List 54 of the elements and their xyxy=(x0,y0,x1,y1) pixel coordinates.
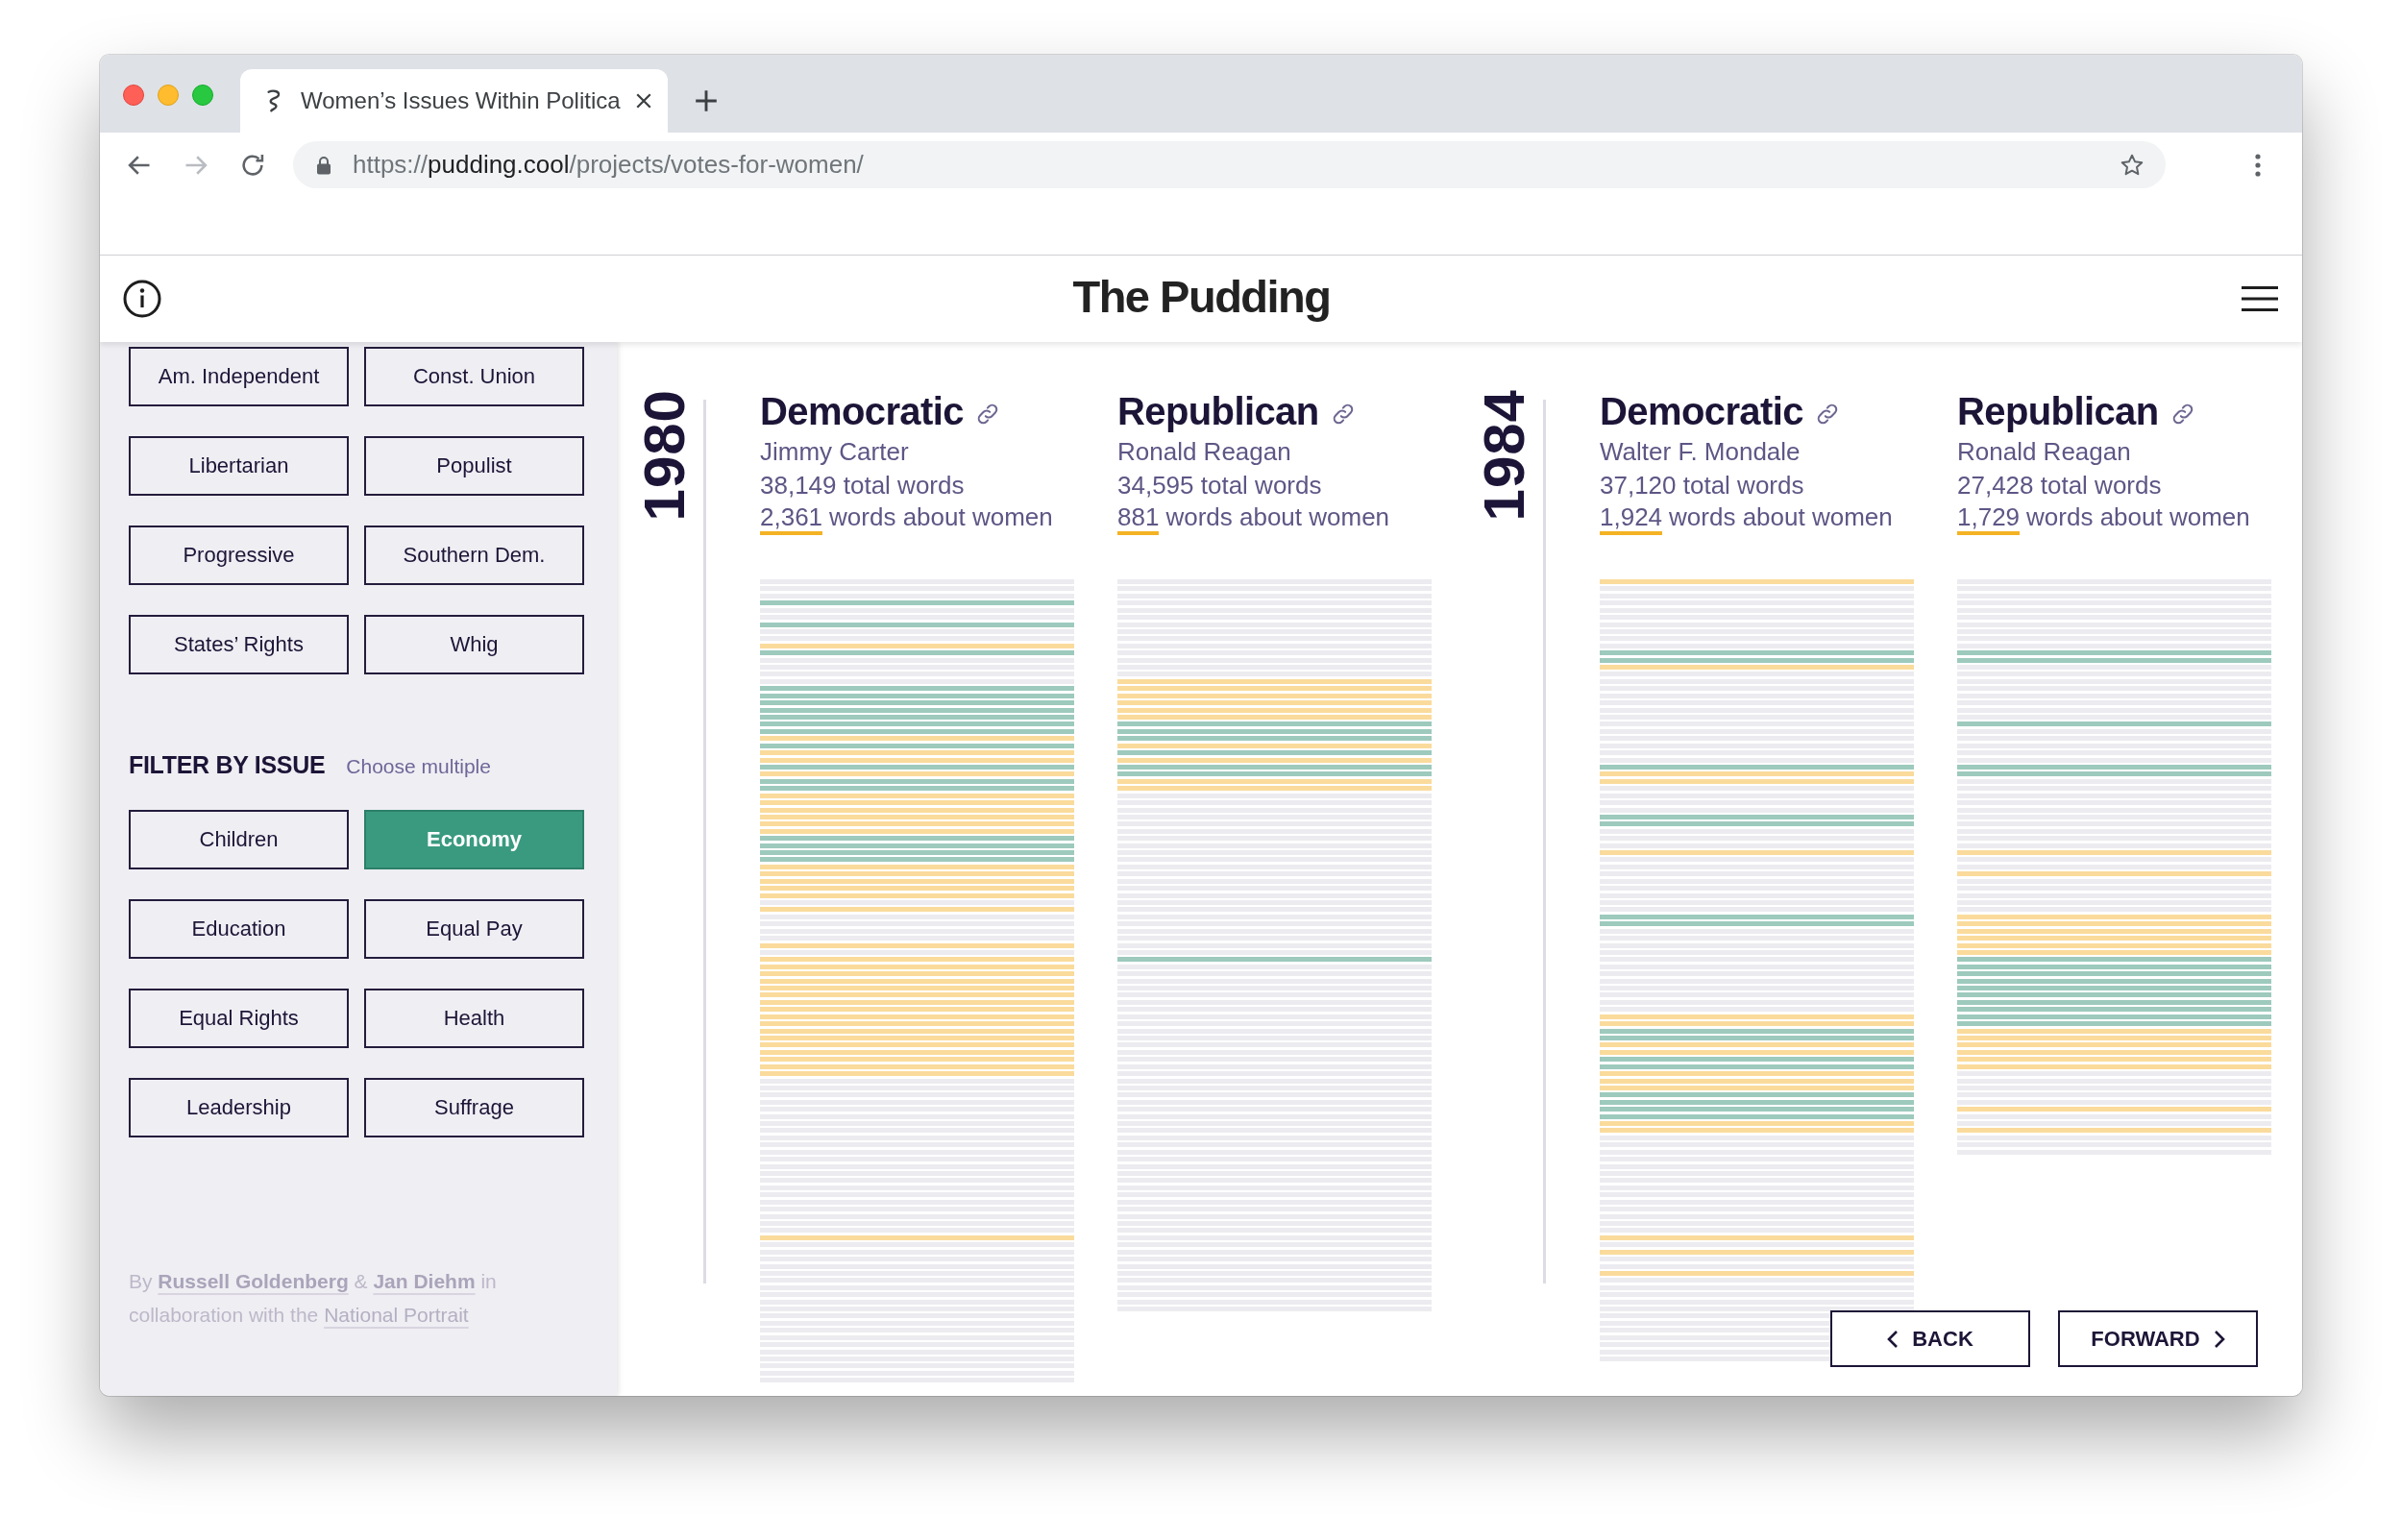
women-word-count: 2,361 xyxy=(760,502,823,535)
party-filter-button[interactable]: Whig xyxy=(364,615,584,674)
site-logo[interactable]: The Pudding xyxy=(1072,269,1331,323)
browser-tab[interactable]: Women’s Issues Within Politica xyxy=(240,69,668,133)
plus-icon[interactable] xyxy=(695,89,718,112)
party-filter-button[interactable]: Progressive xyxy=(129,526,349,585)
issue-filter-button[interactable]: Equal Rights xyxy=(129,989,349,1048)
issue-filter-button[interactable]: Equal Pay xyxy=(364,899,584,959)
party-filter-button[interactable]: States’ Rights xyxy=(129,615,349,674)
close-icon[interactable] xyxy=(634,92,652,110)
address-bar[interactable]: https://pudding.cool/projects/votes-for-women/ xyxy=(293,141,2166,188)
party-heading: Republican xyxy=(1117,390,1319,432)
party-heading: Republican xyxy=(1957,390,2159,432)
menu-icon[interactable] xyxy=(2242,286,2278,311)
women-words-label: words about women xyxy=(829,502,1053,531)
lock-icon xyxy=(316,155,331,175)
women-words-label: words about women xyxy=(1165,502,1390,531)
issue-filter-button[interactable]: Children xyxy=(129,810,349,869)
party-filter-button[interactable]: Populist xyxy=(364,436,584,496)
women-words-label: words about women xyxy=(1669,502,1893,531)
women-words-label: words about women xyxy=(2026,502,2250,531)
forward-button[interactable]: FORWARD xyxy=(2058,1310,2258,1367)
party-filter-button[interactable]: Const. Union xyxy=(364,347,584,406)
women-word-count: 881 xyxy=(1117,502,1160,535)
back-button[interactable]: BACK xyxy=(1830,1310,2030,1367)
party-filter-button[interactable]: Am. Independent xyxy=(129,347,349,406)
candidate-name: Ronald Reagan xyxy=(1117,436,1292,468)
total-words-text: 37,120 total words xyxy=(1600,470,1805,501)
window-close-icon[interactable] xyxy=(123,85,144,106)
total-words-text: 34,595 total words xyxy=(1117,470,1323,501)
issue-filter-button[interactable]: Leadership xyxy=(129,1078,349,1137)
party-filter-button[interactable]: Southern Dem. xyxy=(364,526,584,585)
chevron-left-icon xyxy=(1887,1329,1900,1349)
candidate-name: Walter F. Mondale xyxy=(1600,436,1802,468)
issue-filter-button[interactable]: Health xyxy=(364,989,584,1048)
year-label: 1980 xyxy=(636,389,694,522)
party-heading: Democratic xyxy=(760,390,964,432)
women-word-count: 1,729 xyxy=(1957,502,2021,535)
candidate-name: Ronald Reagan xyxy=(1957,436,2132,468)
party-filter-button[interactable]: Libertarian xyxy=(129,436,349,496)
filter-heading: FILTER BY ISSUE xyxy=(129,750,326,780)
issue-filter-button[interactable]: Suffrage xyxy=(364,1078,584,1137)
candidate-name: Jimmy Carter xyxy=(760,436,910,468)
star-icon[interactable] xyxy=(2120,152,2145,178)
vertical-dots-icon[interactable] xyxy=(2255,153,2261,177)
total-words-text: 38,149 total words xyxy=(760,470,966,501)
party-heading: Democratic xyxy=(1600,390,1803,432)
chevron-right-icon xyxy=(2213,1329,2225,1349)
issue-filter-button[interactable]: Education xyxy=(129,899,349,959)
year-label: 1984 xyxy=(1476,389,1533,522)
filter-hint: Choose multiple xyxy=(346,754,491,779)
info-icon[interactable] xyxy=(123,280,161,318)
women-word-count: 1,924 xyxy=(1600,502,1663,535)
total-words-text: 27,428 total words xyxy=(1957,470,2163,501)
